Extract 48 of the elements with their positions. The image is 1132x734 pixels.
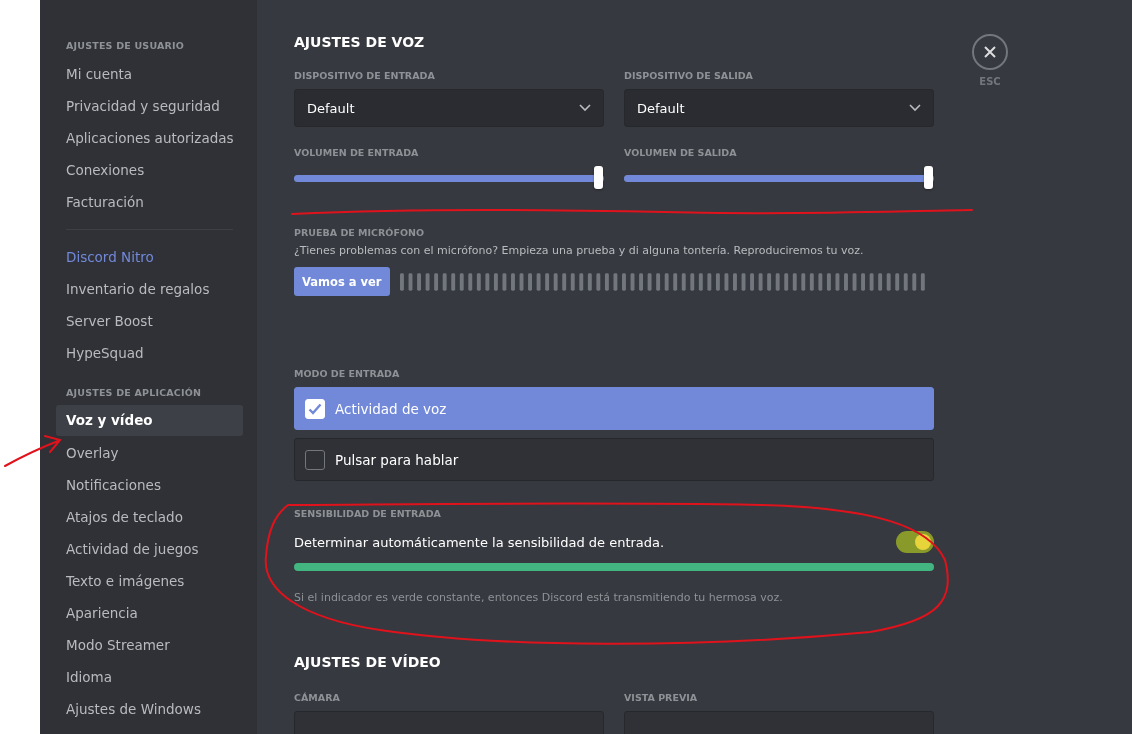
hint-text: Si el indicador es verde constante, entonces Discord está transmitiendo tu hermosa voz. bbox=[294, 591, 784, 604]
description-text: ¿Tienes problemas con el micrófono? Empieza una prueba y di alguna tontería. Reproduciremos tu voz. bbox=[294, 244, 865, 257]
sidebar-item[interactable]: Conexiones bbox=[56, 154, 243, 186]
sidebar-item[interactable]: Apariencia bbox=[56, 597, 243, 629]
sidebar-item[interactable]: Aplicaciones autorizadas bbox=[56, 122, 243, 154]
volume-slider[interactable] bbox=[294, 166, 604, 190]
field-label: VOLUMEN DE ENTRADA bbox=[294, 147, 420, 158]
field-label: CÁMARA bbox=[294, 692, 341, 703]
toggle-switch[interactable] bbox=[896, 531, 934, 553]
sidebar-item[interactable]: Notificaciones bbox=[56, 469, 243, 501]
close-button[interactable] bbox=[972, 34, 1008, 70]
field-label: MODO DE ENTRADA bbox=[294, 368, 401, 379]
sidebar-item[interactable]: Privacidad y seguridad bbox=[56, 90, 243, 122]
field-label: PRUEBA DE MICRÓFONO bbox=[294, 227, 425, 238]
chevron-down-icon bbox=[909, 104, 921, 112]
sidebar-item[interactable]: Voz y vídeo bbox=[56, 405, 243, 436]
sidebar-item[interactable]: Discord Nitro bbox=[56, 241, 243, 273]
field-label: DISPOSITIVO DE ENTRADA bbox=[294, 70, 436, 81]
sidebar-item[interactable]: Modo Streamer bbox=[56, 629, 243, 661]
annotation-arrow bbox=[4, 435, 61, 467]
field-label: DISPOSITIVO DE SALIDA bbox=[624, 70, 754, 81]
section-title: AJUSTES DE VÍDEO bbox=[294, 654, 442, 670]
close-icon bbox=[983, 45, 997, 59]
sidebar-item[interactable]: Mi cuenta bbox=[56, 58, 243, 90]
sidebar-item[interactable]: Ajustes de Windows bbox=[56, 693, 243, 725]
sidebar-item[interactable]: Facturación bbox=[56, 186, 243, 218]
sidebar-item[interactable]: Actividad de juegos bbox=[56, 533, 243, 565]
check-icon bbox=[308, 402, 322, 415]
sidebar-header: AJUSTES DE APLICACIÓN bbox=[65, 387, 203, 398]
field-label: VISTA PREVIA bbox=[624, 692, 699, 703]
field-label: VOLUMEN DE SALIDA bbox=[624, 147, 738, 158]
sidebar-item[interactable]: Overlay bbox=[56, 437, 243, 469]
sidebar-item[interactable]: Atajos de teclado bbox=[56, 501, 243, 533]
sidebar-item[interactable]: Server Boost bbox=[56, 305, 243, 337]
sidebar-item[interactable]: Texto e imágenes bbox=[56, 565, 243, 597]
sidebar-item[interactable]: Idioma bbox=[56, 661, 243, 693]
device-dropdown[interactable]: Default bbox=[624, 89, 934, 127]
sidebar-header: AJUSTES DE USUARIO bbox=[65, 40, 186, 51]
device-dropdown[interactable]: Default bbox=[294, 89, 604, 127]
input-mode-option[interactable]: Pulsar para hablar bbox=[294, 438, 934, 481]
chevron-down-icon bbox=[579, 104, 591, 112]
setting-label: Determinar automáticamente la sensibilidad de entrada. bbox=[294, 534, 665, 550]
section-title: AJUSTES DE VOZ bbox=[294, 34, 426, 50]
field-label: SENSIBILIDAD DE ENTRADA bbox=[294, 508, 442, 519]
volume-slider[interactable] bbox=[624, 166, 934, 190]
sidebar-item[interactable]: HypeSquad bbox=[56, 337, 243, 369]
sidebar-item[interactable]: Inventario de regalos bbox=[56, 273, 243, 305]
close-label: ESC bbox=[979, 76, 1001, 87]
